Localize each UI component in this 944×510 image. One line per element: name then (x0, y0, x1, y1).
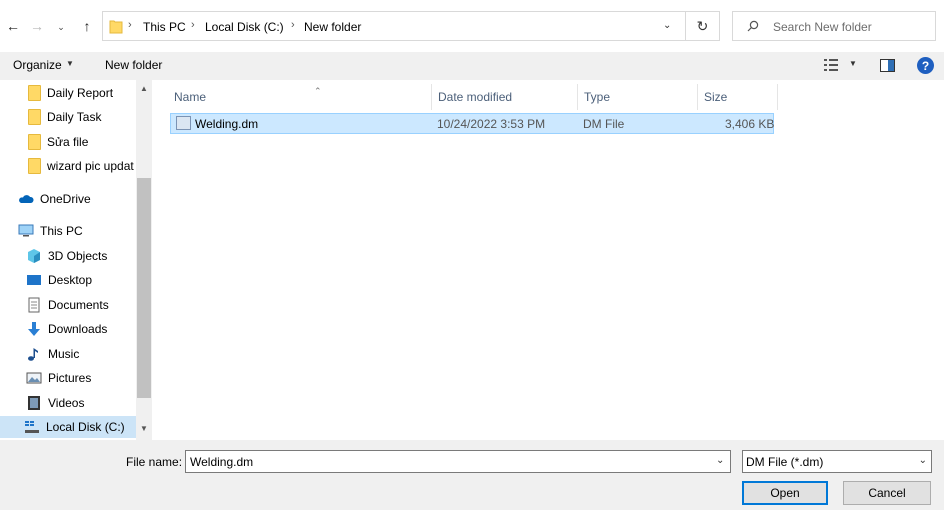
folder-icon (28, 85, 41, 101)
organize-button[interactable]: Organize (13, 58, 62, 72)
nav-item-downloads[interactable]: Downloads (26, 318, 107, 340)
music-icon (26, 346, 42, 362)
chevron-down-icon[interactable]: ▼ (849, 59, 857, 68)
address-bar-row: ← → ⌄ ↑ › This PC › Local Disk (C:) › Ne… (0, 0, 944, 52)
back-arrow-icon[interactable]: ← (4, 16, 22, 36)
search-icon (747, 20, 759, 32)
videos-icon (26, 395, 42, 411)
nav-item-3d-objects[interactable]: 3D Objects (26, 245, 107, 267)
breadcrumb-separator-icon: › (291, 19, 295, 31)
chevron-down-icon[interactable]: ▼ (136, 424, 152, 438)
scrollbar-thumb[interactable] (137, 178, 151, 398)
breadcrumb-separator-icon: › (128, 19, 132, 31)
nav-item-desktop[interactable]: Desktop (26, 269, 92, 291)
download-icon (26, 321, 42, 337)
folder-icon (28, 158, 41, 174)
file-type-value: DM File (*.dm) (746, 455, 824, 469)
nav-item-label: Daily Task (47, 110, 102, 124)
recent-locations-chevron-icon[interactable]: ⌄ (52, 17, 70, 37)
cloud-icon (18, 191, 34, 207)
nav-item-label: 3D Objects (48, 249, 108, 263)
refresh-button[interactable]: ↻ (686, 11, 720, 41)
nav-item-label: Documents (48, 298, 109, 312)
preview-pane-icon[interactable] (880, 59, 895, 72)
nav-item-label: Daily Report (47, 86, 114, 100)
drive-icon (24, 419, 40, 435)
command-bar: Organize ▼ New folder ▼ ? (0, 52, 944, 80)
chevron-down-icon[interactable]: ⌄ (663, 20, 671, 31)
refresh-icon: ↻ (696, 17, 709, 34)
folder-icon (28, 134, 41, 150)
nav-item-label: Desktop (48, 273, 93, 287)
cube-icon (26, 248, 42, 264)
nav-item-local-disk[interactable]: Local Disk (C:) (0, 416, 136, 438)
file-size: 3,406 KB (725, 117, 775, 131)
file-name: Welding.dm (195, 117, 259, 131)
nav-item-sua-file[interactable]: Sửa file (28, 131, 88, 153)
folder-icon (109, 19, 123, 34)
breadcrumb-new-folder[interactable]: New folder (304, 20, 361, 34)
file-date: 10/24/2022 3:53 PM (437, 117, 546, 131)
file-type-select[interactable]: DM File (*.dm) ⌄ (742, 450, 932, 473)
folder-icon (28, 109, 41, 125)
breadcrumb-this-pc[interactable]: This PC (143, 20, 186, 34)
help-icon[interactable]: ? (917, 57, 934, 74)
file-name-label: File name: (126, 455, 183, 469)
pictures-icon (26, 370, 42, 386)
sort-ascending-icon: ⌃ (314, 86, 322, 96)
new-folder-button[interactable]: New folder (105, 58, 162, 72)
file-icon (176, 116, 191, 130)
nav-item-daily-report[interactable]: Daily Report (28, 82, 113, 104)
search-placeholder: Search New folder (773, 20, 872, 34)
cancel-button[interactable]: Cancel (843, 481, 931, 505)
nav-item-label: Music (48, 347, 80, 361)
document-icon (26, 297, 42, 313)
nav-item-pictures[interactable]: Pictures (26, 367, 91, 389)
column-header-size[interactable]: Size (698, 84, 778, 110)
nav-item-daily-task[interactable]: Daily Task (28, 106, 101, 128)
desktop-icon (26, 272, 42, 288)
table-row[interactable]: Welding.dm 10/24/2022 3:53 PM DM File 3,… (170, 113, 774, 134)
chevron-down-icon: ⌄ (918, 455, 927, 466)
file-list: Name ⌃ Date modified Type Size Welding.d… (152, 80, 944, 440)
column-header-label: Date modified (438, 90, 513, 104)
nav-item-documents[interactable]: Documents (26, 294, 109, 316)
nav-item-label: Sửa file (47, 135, 89, 149)
address-bar[interactable]: › This PC › Local Disk (C:) › New folder… (102, 11, 686, 41)
nav-item-wizard-pic[interactable]: wizard pic updat (28, 155, 134, 177)
up-arrow-icon[interactable]: ↑ (78, 16, 96, 36)
nav-item-label: Videos (48, 396, 85, 410)
column-header-date-modified[interactable]: Date modified (432, 84, 578, 110)
search-box[interactable]: Search New folder (732, 11, 936, 41)
column-header-name[interactable]: Name ⌃ (168, 84, 432, 110)
column-header-type[interactable]: Type (578, 84, 698, 110)
nav-item-label: Pictures (48, 371, 92, 385)
forward-arrow-icon[interactable]: → (28, 16, 46, 36)
chevron-down-icon[interactable]: ⌄ (716, 455, 724, 466)
file-name-input[interactable] (185, 450, 731, 473)
nav-item-this-pc[interactable]: This PC (18, 220, 83, 242)
column-header-label: Name (174, 90, 207, 104)
nav-item-label: OneDrive (40, 192, 91, 206)
column-header-label: Size (704, 90, 728, 104)
chevron-down-icon[interactable]: ▼ (66, 59, 74, 68)
nav-item-label: Downloads (48, 322, 108, 336)
dialog-footer: File name: ⌄ DM File (*.dm) ⌄ Open Cance… (0, 440, 944, 510)
nav-item-videos[interactable]: Videos (26, 392, 84, 414)
file-type: DM File (583, 117, 625, 131)
nav-pane-scrollbar[interactable]: ▲ ▼ (136, 80, 152, 440)
breadcrumb-separator-icon: › (191, 19, 195, 31)
view-options-icon[interactable] (824, 59, 838, 71)
nav-item-music[interactable]: Music (26, 343, 79, 365)
navigation-pane: Daily Report Daily Task Sửa file wizard … (0, 80, 136, 440)
open-button[interactable]: Open (742, 481, 828, 505)
nav-item-onedrive[interactable]: OneDrive (18, 188, 91, 210)
nav-item-label: wizard pic updat (47, 159, 134, 173)
nav-item-label: Local Disk (C:) (46, 420, 125, 434)
chevron-up-icon[interactable]: ▲ (136, 84, 152, 98)
column-header-label: Type (584, 90, 611, 104)
computer-icon (18, 223, 34, 239)
nav-item-label: This PC (40, 224, 83, 238)
breadcrumb-local-disk[interactable]: Local Disk (C:) (205, 20, 284, 34)
